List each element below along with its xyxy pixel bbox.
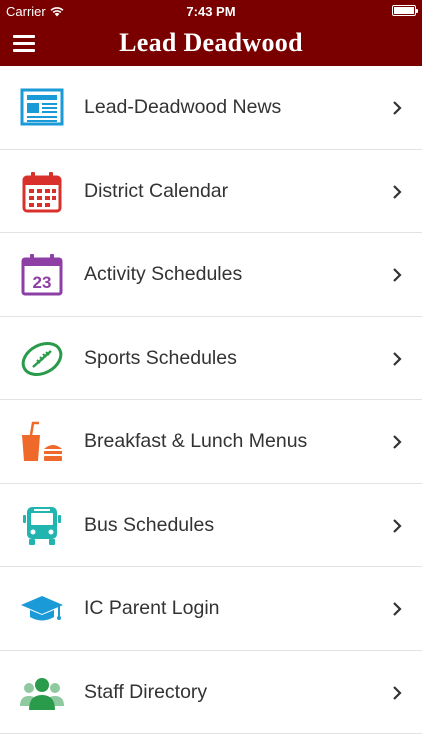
chevron-right-icon (393, 101, 402, 115)
menu-item-label: Sports Schedules (84, 346, 237, 369)
menu-item-staff[interactable]: Staff Directory (0, 651, 422, 734)
drink-burger-icon (22, 421, 62, 461)
chevron-right-icon (393, 268, 402, 282)
clock: 7:43 PM (186, 4, 236, 19)
menu-item-news[interactable]: Lead-Deadwood News (0, 66, 422, 150)
battery-icon (392, 5, 418, 16)
menu-list: Lead-Deadwood News District Calendar 23 (0, 66, 422, 734)
nav-bar: Lead Deadwood (0, 22, 422, 66)
chevron-right-icon (393, 602, 402, 616)
chevron-right-icon (393, 685, 402, 700)
menu-item-label: Breakfast & Lunch Menus (84, 430, 308, 452)
svg-text:23: 23 (33, 273, 52, 292)
calendar-icon (22, 171, 62, 212)
chevron-right-icon (393, 518, 402, 533)
chevron-right-icon (393, 184, 402, 199)
page-title: Lead Deadwood (119, 28, 303, 57)
football-icon (21, 341, 63, 376)
menu-item-label: Activity Schedules (84, 263, 243, 285)
menu-item-login[interactable]: IC Parent Login (0, 567, 422, 651)
calendar-23-icon: 23 (21, 254, 63, 296)
graduation-cap-icon (21, 596, 63, 621)
menu-item-label: District Calendar (84, 179, 229, 202)
menu-item-label: IC Parent Login (84, 597, 220, 619)
menu-item-bus[interactable]: Bus Schedules (0, 484, 422, 567)
people-icon (20, 677, 64, 710)
chevron-right-icon (393, 435, 402, 449)
menu-item-label: Bus Schedules (84, 513, 215, 536)
menu-item-label: Lead-Deadwood News (84, 96, 282, 118)
status-bar: Carrier 7:43 PM (0, 0, 422, 22)
menu-item-sports[interactable]: Sports Schedules (0, 317, 422, 400)
newspaper-icon (20, 88, 64, 126)
menu-item-menus[interactable]: Breakfast & Lunch Menus (0, 400, 422, 484)
menu-item-calendar[interactable]: District Calendar (0, 150, 422, 233)
chevron-right-icon (393, 351, 402, 366)
menu-item-label: Staff Directory (84, 680, 208, 703)
bus-icon (23, 506, 61, 545)
menu-item-activity[interactable]: 23 Activity Schedules (0, 233, 422, 317)
